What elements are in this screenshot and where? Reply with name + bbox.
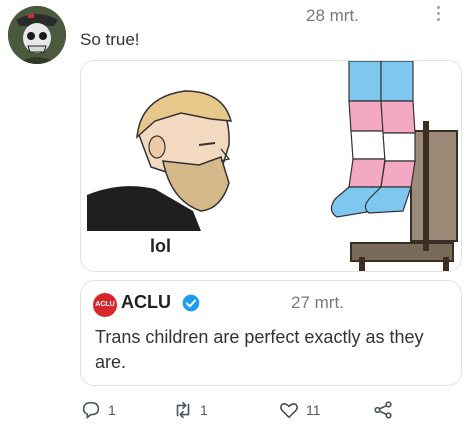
share-button[interactable]	[372, 398, 394, 422]
reply-icon	[82, 401, 100, 419]
post-text: So true!	[80, 30, 140, 49]
retweet-count: 1	[200, 402, 208, 418]
like-button[interactable]: 11	[278, 398, 321, 422]
reply-button[interactable]: 1	[80, 398, 116, 422]
action-bar: 1 1 11	[80, 398, 462, 422]
more-options-icon[interactable]	[433, 3, 443, 29]
quoted-timestamp: 27 mrt.	[291, 293, 344, 312]
share-icon	[374, 401, 392, 419]
meme-illustration	[81, 61, 461, 271]
post-image[interactable]	[80, 60, 462, 272]
retweet-icon	[176, 401, 190, 419]
avatar[interactable]	[8, 6, 66, 64]
verified-badge-icon	[182, 294, 200, 312]
post-timestamp[interactable]: 28 mrt.	[306, 6, 359, 26]
heart-icon	[280, 403, 298, 419]
quoted-author-name[interactable]: ACLU	[121, 292, 171, 313]
quoted-tweet[interactable]: ACLU ACLU 27 mrt. Trans children are per…	[80, 280, 462, 386]
like-count: 11	[306, 402, 321, 418]
aclu-logo-icon: ACLU	[93, 293, 117, 317]
retweet-button[interactable]: 1	[172, 398, 208, 422]
reply-count: 1	[108, 402, 116, 418]
meme-caption: lol	[150, 236, 171, 256]
skull-avatar-icon	[8, 6, 66, 64]
quoted-text: Trans children are perfect exactly as th…	[95, 327, 424, 372]
